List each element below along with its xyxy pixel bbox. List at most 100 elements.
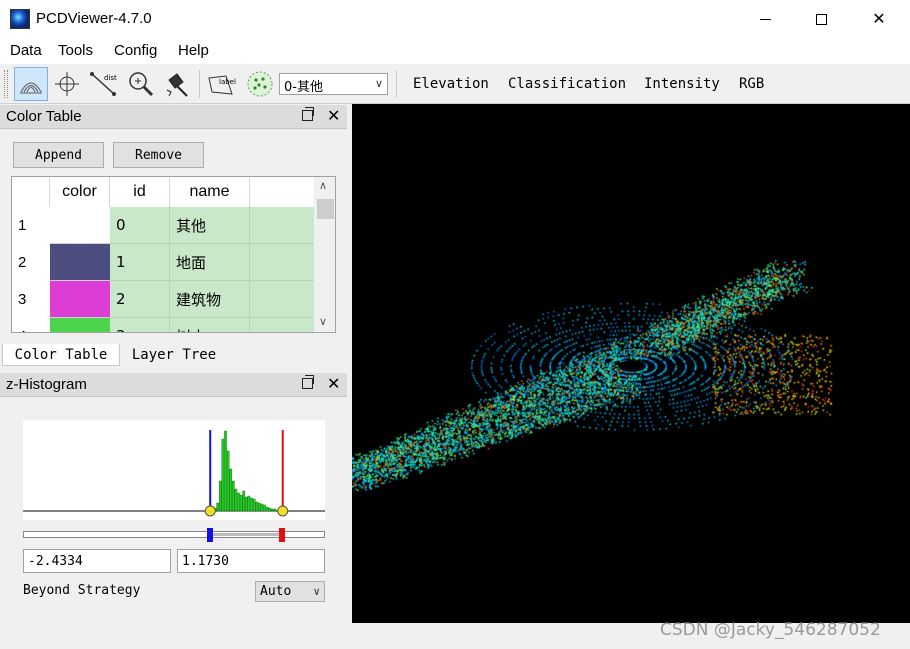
histogram-header: z-Histogram ✕ [0,373,347,397]
dist-label: dist [104,74,117,82]
point-cloud-viewport[interactable] [352,104,910,623]
upper-bound-marker [277,505,289,517]
range-slider-min-handle[interactable] [207,528,213,542]
toolbar: dist label 0-其他 ∨ Elevation Classificati… [0,64,910,104]
tab-color-table[interactable]: Color Table [2,344,120,366]
table-cell-name[interactable]: 树木 [170,318,250,332]
histogram-bar [255,501,259,512]
toolbar-separator [199,70,200,98]
histogram-bar [270,508,274,512]
remove-button[interactable]: Remove [113,142,204,168]
color-table: color id name 1 0 其他 2 1 地面 3 2 建筑物 4 3 … [11,176,336,333]
color-swatch[interactable] [50,244,110,281]
label-tool-button[interactable]: label [205,67,239,101]
minimize-button[interactable] [736,0,794,38]
mode-classification-button[interactable]: Classification [508,76,626,92]
histogram-bar [216,502,220,512]
color-swatch[interactable] [50,318,110,332]
zoom-tool-button[interactable] [124,67,158,101]
histogram-bar [242,490,246,512]
histogram-bar [244,496,248,512]
histogram-bar [265,506,269,512]
table-cell-id[interactable]: 2 [110,281,170,318]
float-panel-icon[interactable] [302,107,314,121]
histogram-bar [260,503,264,512]
scrollbar-thumb[interactable] [317,199,334,219]
histogram-bar [257,502,261,512]
range-slider-max-handle[interactable] [279,528,285,542]
table-cell-empty [250,207,314,244]
close-button[interactable]: ✕ [850,0,908,38]
append-button[interactable]: Append [13,142,104,168]
max-value-field[interactable] [177,549,325,573]
column-header-id[interactable]: id [110,177,170,207]
histogram-bar [234,488,238,512]
float-panel-icon[interactable] [302,375,314,389]
table-cell-id[interactable]: 1 [110,244,170,281]
mode-elevation-button[interactable]: Elevation [413,76,489,92]
mode-rgb-button[interactable]: RGB [739,76,764,92]
tab-layer-tree[interactable]: Layer Tree [122,344,226,366]
range-slider[interactable] [23,528,325,542]
beyond-strategy-label: Beyond Strategy [23,583,141,598]
crosshair-tool-button[interactable] [50,67,84,101]
row-number: 1 [18,217,27,234]
point-select-icon [247,71,273,97]
table-cell-name[interactable]: 地面 [170,244,250,281]
class-selector[interactable]: 0-其他 ∨ [279,73,388,95]
brush-eraser-icon [166,73,188,97]
brush-tool-button[interactable] [160,67,194,101]
chevron-down-icon: ∨ [374,77,383,90]
watermark: CSDN @Jacky_546287052 [660,620,881,640]
menu-bar: Data Tools Config Help [0,38,910,64]
row-number: 4 [12,318,50,332]
histogram-bar [273,508,277,512]
window-title: PCDViewer-4.7.0 [36,10,152,27]
menu-config[interactable]: Config [114,42,157,59]
toolbar-grip[interactable] [4,70,8,98]
histogram-plot[interactable] [23,420,325,520]
histogram-bar [221,438,225,512]
menu-data[interactable]: Data [10,42,42,59]
column-header-name[interactable]: name [170,177,250,207]
table-cell-id[interactable]: 0 [110,207,170,244]
panel-tabs: Color Table Layer Tree [0,344,347,366]
beyond-strategy-value: Auto [260,584,292,599]
color-swatch[interactable] [50,281,110,318]
color-swatch[interactable] [50,207,110,244]
maximize-button[interactable] [792,0,850,38]
color-table-title: Color Table [6,108,82,125]
histogram-bar [237,492,240,512]
histogram-bar [263,504,266,512]
pointcloud-tool-button[interactable] [14,67,48,101]
point-select-tool-button[interactable] [243,67,277,101]
beyond-strategy-select[interactable]: Auto ∨ [255,581,325,602]
table-cell-name[interactable]: 建筑物 [170,281,250,318]
table-cell-empty [250,281,314,318]
row-number: 3 [18,291,27,308]
table-cell-empty [250,318,314,332]
close-panel-icon[interactable]: ✕ [327,374,340,394]
histogram-bar [224,430,227,512]
table-scrollbar[interactable]: ∧ ∨ [314,177,335,332]
scroll-down-icon[interactable]: ∨ [319,315,327,328]
histogram-bar [268,507,272,512]
histogram-bar [247,495,251,512]
distance-tool-button[interactable]: dist [86,67,120,101]
menu-tools[interactable]: Tools [58,42,93,59]
label-label: label [219,78,236,86]
min-value-field[interactable] [23,549,171,573]
table-cell-name[interactable]: 其他 [170,207,250,244]
mode-intensity-button[interactable]: Intensity [644,76,720,92]
scroll-up-icon[interactable]: ∧ [319,179,327,192]
histogram-svg [23,430,325,517]
histogram-bar [250,497,253,512]
table-cell-id[interactable]: 3 [110,318,170,332]
point-cloud-canvas[interactable] [352,104,910,623]
histogram-title: z-Histogram [6,376,87,393]
histogram-bar [226,450,230,512]
close-panel-icon[interactable]: ✕ [327,106,340,126]
table-cell-empty [250,244,314,281]
column-header-color[interactable]: color [50,177,110,207]
menu-help[interactable]: Help [178,42,209,59]
